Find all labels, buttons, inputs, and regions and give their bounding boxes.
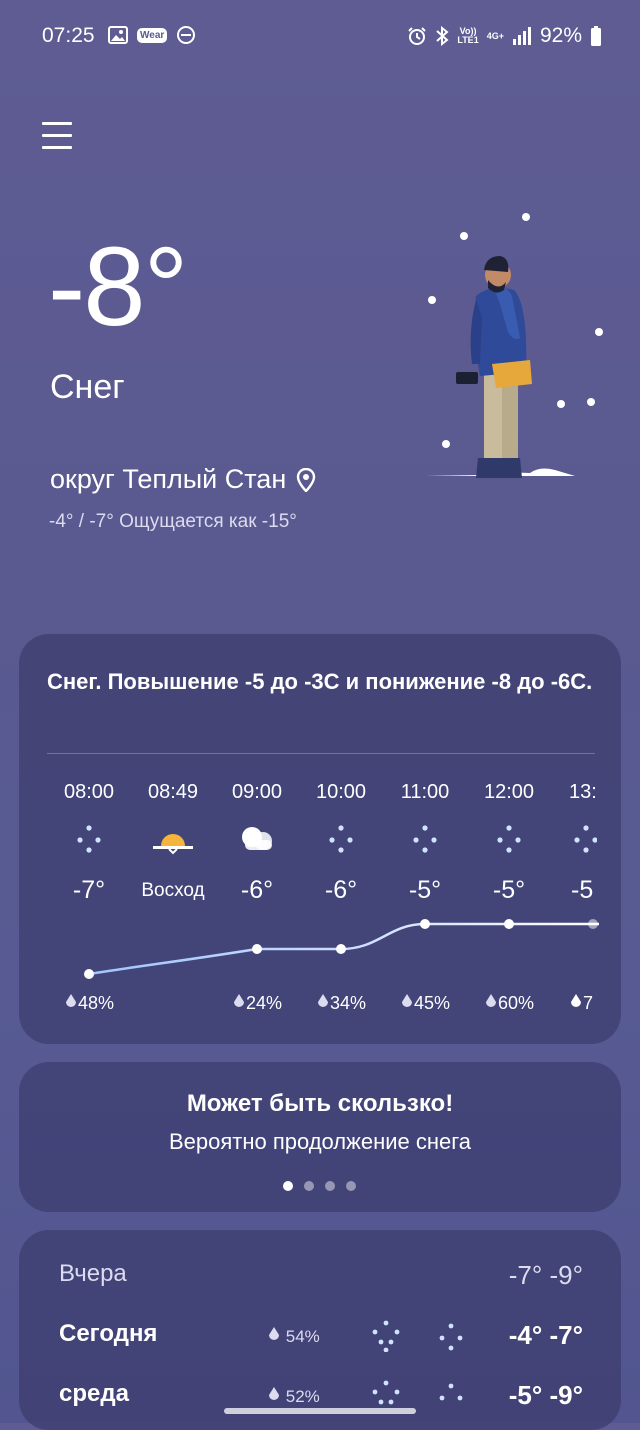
drop-icon [269,1327,279,1340]
snow-icon [569,822,597,856]
day-row-wednesday[interactable]: среда 52% -5° -9° [19,1380,621,1420]
snow-icon [439,1383,463,1401]
page-dot[interactable] [325,1181,335,1191]
drop-icon [65,994,76,1007]
battery-icon [591,26,601,46]
weather-illustration [425,213,603,478]
snow-icon [467,822,551,856]
hour-precip: 60% [467,993,551,1014]
wear-icon: Wear [137,27,168,43]
snow-icon [372,1380,400,1405]
day-temps: -5° -9° [508,1380,583,1410]
snow-icon [47,822,131,856]
hour-precip: 7 [569,993,593,1014]
hour-time: 10:00 [315,781,367,803]
menu-button[interactable] [42,122,72,152]
drop-icon [485,994,496,1007]
snow-icon [383,822,467,856]
drop-icon [401,994,412,1007]
snow-icon [299,822,383,856]
menu-icon-line [42,122,72,125]
drop-icon [317,994,328,1007]
day-name: Сегодня [59,1320,158,1347]
hourly-forecast-card[interactable]: Снег. Повышение -5 до -3С и понижение -8… [19,634,621,1044]
day-name: среда [59,1380,129,1407]
day-temps: -7° -9° [508,1260,583,1290]
temperature-graph [84,919,599,979]
day-precip: 54% [267,1326,320,1347]
battery-percent: 92% [539,24,582,47]
home-indicator[interactable] [224,1408,416,1414]
current-condition: Снег [50,368,125,406]
menu-icon-line [42,134,72,137]
alert-card[interactable]: Может быть скользко! Вероятно продолжени… [19,1062,621,1212]
hour-time: 08:49 [147,781,199,803]
divider [47,753,595,754]
day-row-today[interactable]: Сегодня 54% -4° -7° [19,1320,621,1360]
current-temperature: -8° [48,224,188,349]
drop-icon [269,1387,279,1400]
hour-precip: 45% [383,993,467,1014]
hour-time: 13: [569,781,597,803]
hour-precip: 24% [215,993,299,1014]
graph-point [504,919,514,929]
location-pin-icon [297,467,316,492]
location-button[interactable]: округ Теплый Стан [50,464,316,495]
gallery-icon [108,26,128,44]
status-time: 07:25 [42,24,95,47]
drop-icon [233,994,244,1007]
day-precip: 52% [267,1386,320,1407]
location-name: округ Теплый Стан [50,464,287,494]
graph-point [420,919,430,929]
menu-icon-line [42,146,72,149]
drop-icon [571,994,581,1007]
snow-icon [439,1323,463,1351]
volte-icon: Vo)) LTE1 [457,26,479,45]
sunrise-icon [131,822,215,856]
hour-time: 08:00 [63,781,115,803]
page-indicator [283,1181,356,1191]
page-dot-active[interactable] [283,1181,293,1191]
hour-precip: 34% [299,993,383,1014]
hour-time: 12:00 [483,781,535,803]
page-dot[interactable] [346,1181,356,1191]
hour-time: 09:00 [231,781,283,803]
hour-time: 11:00 [400,781,450,803]
graph-point [84,969,94,979]
day-name: Вчера [59,1260,127,1287]
alarm-icon [408,27,427,45]
graph-point [588,919,598,929]
forecast-summary: Снег. Повышение -5 до -3С и понижение -8… [47,669,593,694]
day-temps: -4° -7° [508,1320,583,1350]
temp-range-feels-like: -4° / -7° Ощущается как -15° [49,511,297,532]
hour-precip: 48% [47,993,131,1014]
cloudy-icon [215,822,299,856]
network-type-icon: 4G+ [486,30,504,41]
daily-forecast-card[interactable]: Вчера -7° -9° Сегодня 54% -4° -7° среда … [19,1230,621,1430]
status-bar: 07:25 Wear Vo)) LTE1 4G+ 92% [0,0,640,72]
bluetooth-icon [436,26,449,46]
alert-subtitle: Вероятно продолжение снега [168,1129,472,1154]
alert-title: Может быть скользко! [186,1090,454,1117]
graph-point [252,944,262,954]
day-row-yesterday[interactable]: Вчера -7° -9° [19,1260,621,1300]
snow-icon [372,1320,400,1352]
page-dot[interactable] [304,1181,314,1191]
dnd-icon [177,26,196,44]
graph-point [336,944,346,954]
signal-icon [512,27,531,45]
